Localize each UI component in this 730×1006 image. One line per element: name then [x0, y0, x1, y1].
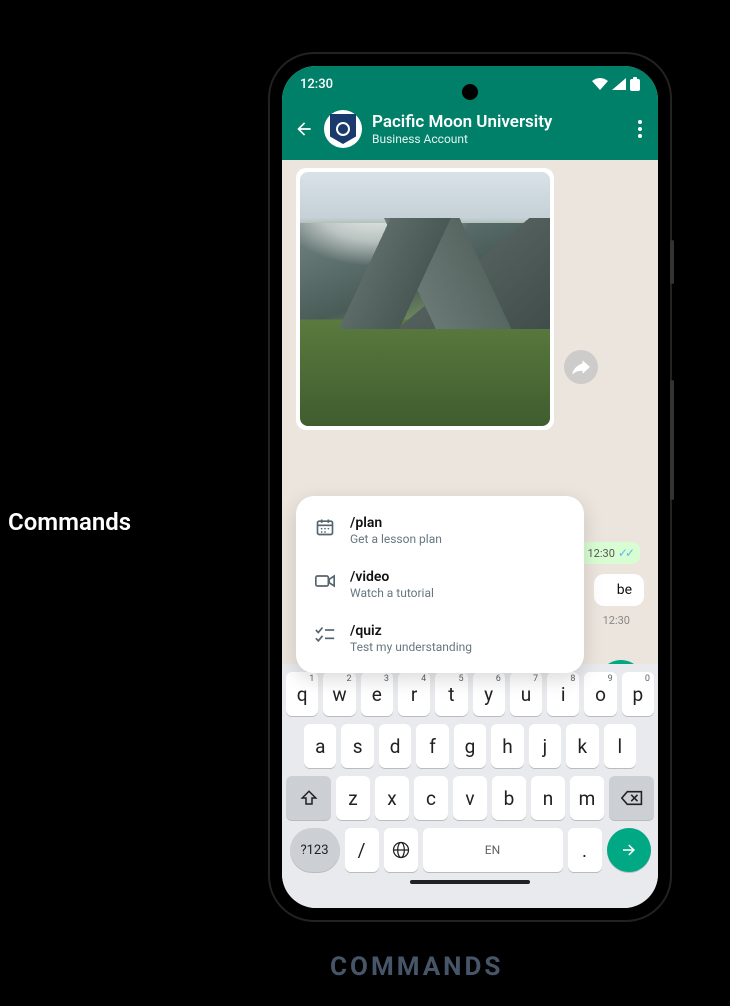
key-s[interactable]: s [341, 724, 373, 768]
key-v[interactable]: v [453, 776, 487, 820]
command-desc: Get a lesson plan [350, 532, 442, 548]
outgoing-time-badge: 12:30 ✓✓ [579, 542, 640, 564]
video-icon [314, 570, 336, 592]
space-key[interactable]: EN [423, 828, 563, 872]
key-a[interactable]: a [304, 724, 336, 768]
battery-icon [630, 77, 640, 91]
period-key[interactable]: . [568, 828, 602, 872]
forward-icon [572, 360, 590, 374]
avatar[interactable] [324, 110, 362, 148]
read-receipt-icon: ✓✓ [618, 546, 632, 560]
incoming-message[interactable]: be [594, 574, 644, 606]
back-button[interactable] [294, 119, 314, 139]
key-x[interactable]: x [375, 776, 409, 820]
language-key[interactable] [384, 828, 418, 872]
command-item-quiz[interactable]: /quiz Test my understanding [296, 612, 584, 666]
key-w[interactable]: w2 [323, 672, 355, 716]
screen: 12:30 Pacific Moon University Business A… [282, 66, 658, 908]
key-y[interactable]: y6 [473, 672, 505, 716]
key-t[interactable]: t5 [435, 672, 467, 716]
forward-button[interactable] [564, 350, 598, 384]
enter-key[interactable] [607, 828, 651, 872]
key-f[interactable]: f [416, 724, 448, 768]
key-d[interactable]: d [379, 724, 411, 768]
front-camera [462, 84, 478, 100]
key-i[interactable]: i8 [547, 672, 579, 716]
image-message[interactable] [296, 168, 554, 430]
command-item-video[interactable]: /video Watch a tutorial [296, 558, 584, 612]
volume-button [670, 380, 674, 500]
incoming-message-text: be [617, 582, 632, 598]
avatar-shield-icon [330, 114, 356, 144]
incoming-time: 12:30 [603, 614, 630, 627]
backspace-key[interactable] [609, 776, 654, 820]
header-text[interactable]: Pacific Moon University Business Account [372, 112, 624, 147]
key-p[interactable]: p0 [622, 672, 654, 716]
key-h[interactable]: h [491, 724, 523, 768]
figure-caption: COMMANDS [330, 952, 503, 982]
keyboard-row-2: asdfghjkl [286, 724, 654, 768]
slash-key[interactable]: / [345, 828, 379, 872]
key-l[interactable]: l [604, 724, 636, 768]
chat-area: 12:30 ✓✓ be 12:30 /plan Get a lesson pla… [282, 160, 658, 720]
nav-bar[interactable] [410, 880, 530, 884]
key-k[interactable]: k [566, 724, 598, 768]
annotation-label: Commands [8, 508, 131, 536]
chat-title: Pacific Moon University [372, 112, 624, 132]
keyboard-row-4: ?123 / EN . [286, 828, 654, 872]
globe-icon [391, 840, 411, 860]
key-r[interactable]: r4 [398, 672, 430, 716]
command-name: /video [350, 568, 434, 586]
phone-frame: 12:30 Pacific Moon University Business A… [270, 54, 670, 920]
signal-icon [612, 78, 626, 90]
key-z[interactable]: z [336, 776, 370, 820]
command-item-plan[interactable]: /plan Get a lesson plan [296, 504, 584, 558]
arrow-right-icon [620, 841, 638, 859]
chat-subtitle: Business Account [372, 132, 624, 146]
keyboard-row-1: q1w2e3r4t5y6u7i8o9p0 [286, 672, 654, 716]
key-e[interactable]: e3 [361, 672, 393, 716]
command-desc: Watch a tutorial [350, 586, 434, 602]
image-content [300, 172, 550, 426]
backspace-icon [621, 790, 643, 806]
keyboard: q1w2e3r4t5y6u7i8o9p0 asdfghjkl zxcvbnm ?… [282, 664, 658, 908]
wifi-icon [592, 78, 608, 90]
key-o[interactable]: o9 [584, 672, 616, 716]
commands-popup: /plan Get a lesson plan /video Watch a t… [296, 496, 584, 673]
shift-icon [300, 789, 318, 807]
status-time: 12:30 [300, 77, 333, 92]
keyboard-row-3: zxcvbnm [286, 776, 654, 820]
key-n[interactable]: n [531, 776, 565, 820]
key-m[interactable]: m [570, 776, 604, 820]
key-j[interactable]: j [529, 724, 561, 768]
command-name: /plan [350, 514, 442, 532]
key-u[interactable]: u7 [510, 672, 542, 716]
key-b[interactable]: b [492, 776, 526, 820]
checklist-icon [314, 624, 336, 646]
shift-key[interactable] [286, 776, 331, 820]
power-button [670, 240, 674, 284]
status-icons [592, 77, 640, 91]
symbols-key[interactable]: ?123 [290, 828, 340, 872]
key-q[interactable]: q1 [286, 672, 318, 716]
chat-header: Pacific Moon University Business Account [282, 102, 658, 160]
command-name: /quiz [350, 622, 472, 640]
command-desc: Test my understanding [350, 640, 472, 656]
more-menu-button[interactable] [634, 120, 646, 138]
outgoing-time: 12:30 [587, 547, 614, 560]
key-g[interactable]: g [454, 724, 486, 768]
calendar-icon [314, 516, 336, 538]
key-c[interactable]: c [414, 776, 448, 820]
